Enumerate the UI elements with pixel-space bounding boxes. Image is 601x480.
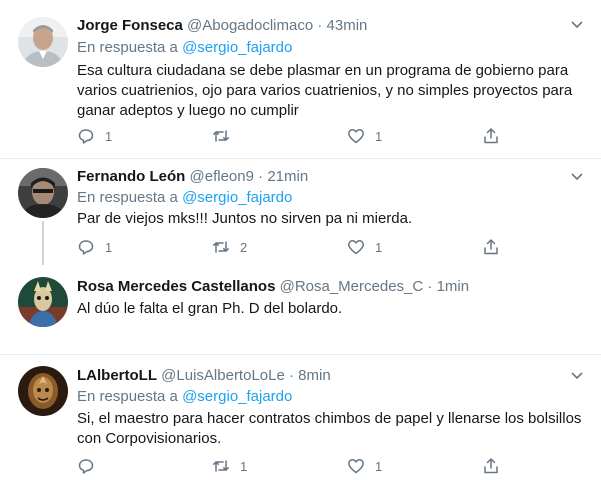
share-button[interactable] [482, 236, 500, 258]
timestamp[interactable]: 8min [298, 367, 331, 384]
mention-link[interactable]: @sergio_fajardo [182, 189, 292, 206]
like-count: 1 [375, 128, 383, 144]
reply-context-label: En respuesta a [77, 388, 183, 405]
author-handle[interactable]: @Rosa_Mercedes_C [280, 278, 424, 295]
retweet-button[interactable]: 2 [212, 236, 247, 258]
share-icon [484, 239, 498, 255]
separator-dot: · [288, 367, 294, 384]
tweet-fernando-leon[interactable]: Fernando León @efleon9 · 21min En respue… [0, 159, 601, 265]
thread-connector [42, 221, 44, 265]
tweet-actions: 1 1 [77, 455, 517, 477]
avatar[interactable] [18, 366, 68, 416]
retweet-count: 2 [240, 239, 248, 255]
retweet-icon [213, 130, 229, 142]
chevron-down-icon[interactable] [569, 168, 585, 184]
separator-dot: · [317, 17, 323, 34]
separator-dot: · [258, 168, 264, 185]
tweet-actions: 1 1 [77, 125, 517, 147]
avatar[interactable] [18, 17, 68, 67]
like-count: 1 [375, 239, 383, 255]
author-handle[interactable]: @LuisAlbertoLoLe [161, 367, 285, 384]
author-name[interactable]: LAlbertoLL [77, 367, 157, 384]
retweet-button[interactable]: 1 [212, 455, 247, 477]
chevron-down-icon[interactable] [569, 16, 585, 32]
retweet-count: 1 [240, 458, 248, 474]
timestamp[interactable]: 21min [267, 168, 308, 185]
retweet-icon [213, 460, 229, 472]
tweet-text: Esa cultura ciudadana se debe plasmar en… [77, 62, 573, 119]
reply-icon [78, 129, 94, 144]
heart-icon [348, 240, 364, 255]
tweet-text: Al dúo le falta el gran Ph. D del bolard… [77, 300, 343, 317]
timestamp[interactable]: 1min [437, 278, 470, 295]
reply-icon [78, 240, 94, 255]
mention-link[interactable]: @sergio_fajardo [182, 388, 292, 405]
author-name[interactable]: Rosa Mercedes Castellanos [77, 278, 275, 295]
separator-dot: · [427, 278, 433, 295]
reply-icon [78, 459, 94, 474]
author-handle[interactable]: @efleon9 [190, 168, 254, 185]
tweet-text: Si, el maestro para hacer contratos chim… [77, 410, 582, 447]
like-count: 1 [375, 458, 383, 474]
avatar[interactable] [18, 168, 68, 218]
share-button[interactable] [482, 455, 500, 477]
reply-count: 1 [105, 128, 113, 144]
tweet-jorge-fonseca[interactable]: Jorge Fonseca @Abogadoclimaco · 43min En… [0, 0, 601, 158]
reply-button[interactable] [77, 455, 105, 477]
mention-link[interactable]: @sergio_fajardo [182, 39, 292, 56]
timestamp[interactable]: 43min [327, 17, 368, 34]
tweet-actions: 1 2 1 [77, 236, 517, 258]
retweet-icon [213, 241, 229, 253]
share-icon [484, 458, 498, 474]
avatar[interactable] [18, 277, 68, 327]
tweet-rosa-mercedes[interactable]: Rosa Mercedes Castellanos @Rosa_Mercedes… [0, 265, 601, 354]
tweet-lalbertoll[interactable]: LAlbertoLL @LuisAlbertoLoLe · 8min En re… [0, 355, 601, 480]
reply-context-label: En respuesta a [77, 189, 183, 206]
author-name[interactable]: Jorge Fonseca [77, 17, 183, 34]
like-button[interactable]: 1 [347, 455, 382, 477]
heart-icon [348, 459, 364, 474]
reply-feed: Jorge Fonseca @Abogadoclimaco · 43min En… [0, 0, 601, 480]
reply-button[interactable]: 1 [77, 125, 112, 147]
reply-context: En respuesta a @sergio_fajardo [77, 188, 292, 208]
chevron-down-icon[interactable] [569, 367, 585, 383]
reply-context: En respuesta a @sergio_fajardo [77, 38, 292, 58]
like-button[interactable]: 1 [347, 125, 382, 147]
share-button[interactable] [482, 125, 500, 147]
heart-icon [348, 129, 364, 144]
reply-context-label: En respuesta a [77, 39, 183, 56]
retweet-button[interactable] [212, 125, 240, 147]
share-icon [484, 128, 498, 144]
reply-count: 1 [105, 239, 113, 255]
tweet-text: Par de viejos mks!!! Juntos no sirven pa… [77, 210, 413, 227]
reply-button[interactable]: 1 [77, 236, 112, 258]
reply-context: En respuesta a @sergio_fajardo [77, 387, 292, 407]
author-name[interactable]: Fernando León [77, 168, 185, 185]
like-button[interactable]: 1 [347, 236, 382, 258]
author-handle[interactable]: @Abogadoclimaco [187, 17, 313, 34]
